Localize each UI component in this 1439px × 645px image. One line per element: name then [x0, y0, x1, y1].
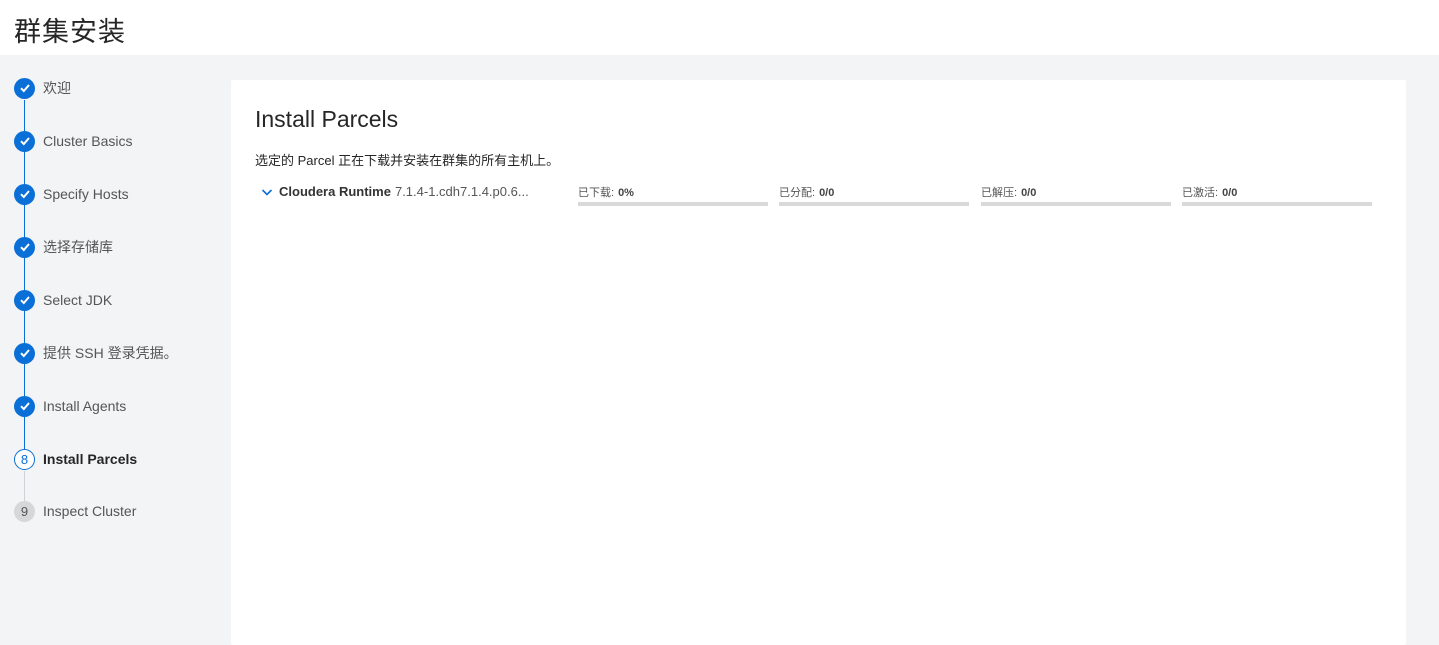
stat-label: 已分配:: [779, 187, 816, 199]
step-number: 8: [14, 448, 35, 470]
progress-bar: [779, 202, 969, 206]
page-description: 选定的 Parcel 正在下载并安装在群集的所有主机上。: [255, 153, 560, 168]
step-label: Install Parcels: [43, 451, 138, 467]
step-specify-hosts[interactable]: Specify Hosts: [14, 183, 224, 205]
step-label: Cluster Basics: [43, 133, 133, 149]
check-icon: [14, 342, 35, 364]
step-label: 选择存储库: [43, 239, 113, 255]
step-label: Inspect Cluster: [43, 503, 137, 519]
progress-bar: [981, 202, 1171, 206]
stat-value: 0/0: [1021, 187, 1037, 199]
page-header: 群集安装: [0, 0, 1439, 55]
step-label: 欢迎: [43, 80, 71, 96]
parcel-row: Cloudera Runtime 7.1.4-1.cdh7.1.4.p0.6..…: [261, 184, 1381, 208]
step-install-parcels[interactable]: 8 Install Parcels: [14, 448, 224, 470]
page-header-title: 群集安装: [14, 17, 126, 47]
parcel-expand-toggle[interactable]: Cloudera Runtime 7.1.4-1.cdh7.1.4.p0.6..…: [261, 184, 529, 199]
check-icon: [14, 77, 35, 99]
progress-bar: [578, 202, 768, 206]
stat-value: 0%: [618, 187, 634, 199]
parcel-name: Cloudera Runtime: [279, 184, 391, 199]
stat-downloaded: 已下载: 0%: [578, 184, 768, 208]
stat-label: 已解压:: [981, 187, 1018, 199]
chevron-down-icon: [261, 188, 273, 196]
step-label: 提供 SSH 登录凭据。: [43, 345, 178, 361]
step-welcome[interactable]: 欢迎: [14, 77, 224, 99]
stat-activated: 已激活: 0/0: [1182, 184, 1372, 208]
step-label: Select JDK: [43, 292, 113, 308]
step-install-agents[interactable]: Install Agents: [14, 395, 224, 417]
page-title: Install Parcels: [255, 106, 399, 132]
parcel-version: 7.1.4-1.cdh7.1.4.p0.6...: [394, 184, 529, 199]
check-icon: [14, 289, 35, 311]
step-number: 9: [14, 500, 35, 522]
stat-unpacked: 已解压: 0/0: [981, 184, 1171, 208]
check-icon: [14, 183, 35, 205]
check-icon: [14, 130, 35, 152]
stat-value: 0/0: [1222, 187, 1238, 199]
step-select-repository[interactable]: 选择存储库: [14, 236, 224, 258]
stat-label: 已下载:: [578, 187, 615, 199]
stat-value: 0/0: [819, 187, 835, 199]
step-inspect-cluster[interactable]: 9 Inspect Cluster: [14, 500, 224, 522]
step-select-jdk[interactable]: Select JDK: [14, 289, 224, 311]
step-label: Install Agents: [43, 398, 127, 414]
check-icon: [14, 236, 35, 258]
stat-distributed: 已分配: 0/0: [779, 184, 969, 208]
step-ssh-credentials[interactable]: 提供 SSH 登录凭据。: [14, 342, 224, 364]
step-label: Specify Hosts: [43, 186, 129, 202]
check-icon: [14, 395, 35, 417]
stat-label: 已激活:: [1182, 187, 1219, 199]
main-content-card: Install Parcels 选定的 Parcel 正在下载并安装在群集的所有…: [231, 80, 1406, 645]
progress-bar: [1182, 202, 1372, 206]
step-cluster-basics[interactable]: Cluster Basics: [14, 130, 224, 152]
wizard-steps-sidebar: 欢迎 Cluster Basics Specify Hosts 选择存储库 Se…: [0, 55, 230, 645]
